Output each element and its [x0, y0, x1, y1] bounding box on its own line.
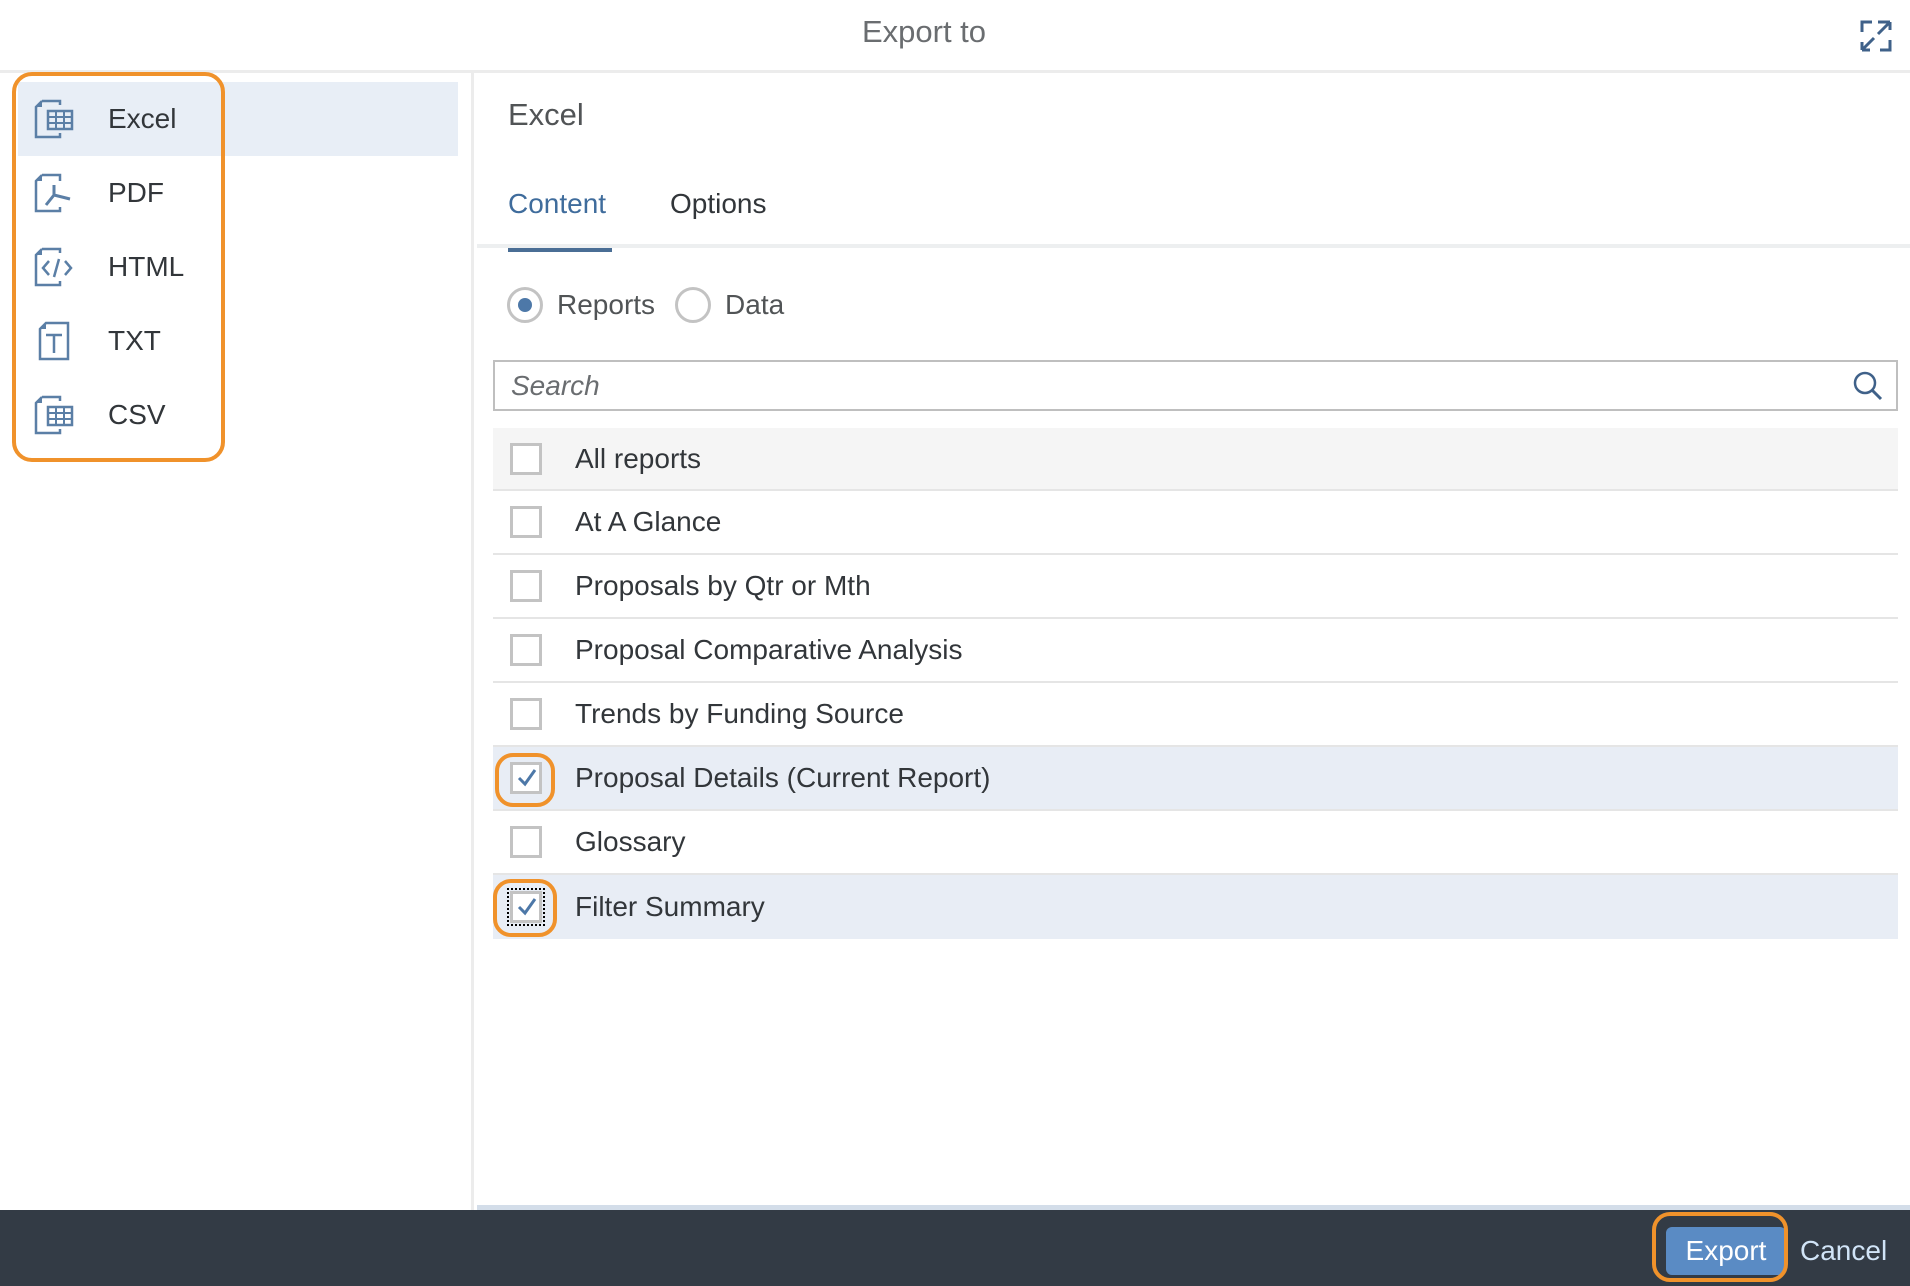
list-item[interactable]: Proposal Details (Current Report): [493, 747, 1898, 811]
export-type-radio-group: Reports Data: [507, 285, 804, 325]
checkbox[interactable]: [510, 506, 542, 538]
report-list: All reports At A Glance Proposals by Qtr…: [493, 428, 1898, 939]
dialog-footer: Export Cancel: [0, 1210, 1910, 1286]
checkbox-checked[interactable]: [510, 762, 542, 794]
list-item-label: Proposal Comparative Analysis: [575, 634, 963, 665]
checkmark-icon: [517, 898, 537, 916]
list-item[interactable]: Proposals by Qtr or Mth: [493, 555, 1898, 619]
format-label: CSV: [108, 399, 166, 430]
tab-bar: Content Options: [477, 178, 1910, 252]
search-input[interactable]: [511, 362, 1811, 409]
excel-file-icon: [34, 99, 74, 139]
csv-file-icon: [34, 395, 74, 435]
list-item[interactable]: Trends by Funding Source: [493, 683, 1898, 747]
list-item[interactable]: Glossary: [493, 811, 1898, 875]
radio-data-label[interactable]: Data: [725, 289, 784, 321]
format-item-html[interactable]: HTML: [18, 230, 458, 304]
list-item-all-reports[interactable]: All reports: [493, 428, 1898, 491]
html-file-icon: [34, 247, 73, 287]
txt-file-icon: [38, 321, 70, 361]
expand-button[interactable]: [1856, 16, 1896, 56]
checkbox[interactable]: [510, 442, 542, 475]
export-button[interactable]: Export: [1666, 1227, 1786, 1275]
export-details-pane: Excel Content Options Reports Data All r…: [477, 73, 1910, 1210]
dialog-header: Export to: [0, 0, 1910, 73]
list-item[interactable]: Filter Summary: [493, 875, 1898, 939]
checkbox[interactable]: [510, 570, 542, 602]
selected-format-title: Excel: [508, 97, 584, 132]
radio-reports-label[interactable]: Reports: [557, 289, 655, 321]
list-item[interactable]: At A Glance: [493, 491, 1898, 555]
list-item-label: Filter Summary: [575, 891, 765, 922]
checkbox-checked[interactable]: [507, 888, 545, 926]
dialog-title: Export to: [861, 14, 987, 49]
format-label: PDF: [108, 177, 164, 208]
format-list: Excel PDF HTML TXT CSV: [0, 73, 474, 1210]
list-item-label: Proposals by Qtr or Mth: [575, 570, 871, 601]
checkbox[interactable]: [510, 826, 542, 858]
radio-reports[interactable]: [507, 287, 543, 323]
list-item-label: Glossary: [575, 826, 686, 857]
search-field: [493, 360, 1898, 411]
tab-content[interactable]: Content: [508, 178, 613, 252]
list-item-label: At A Glance: [575, 506, 722, 537]
pdf-file-icon: [34, 173, 71, 213]
cancel-button[interactable]: Cancel: [1800, 1227, 1887, 1275]
list-item-label: Trends by Funding Source: [575, 698, 904, 729]
search-icon[interactable]: [1852, 370, 1884, 402]
list-item-label: Proposal Details (Current Report): [575, 762, 991, 793]
checkmark-icon: [517, 769, 537, 787]
tab-options[interactable]: Options: [670, 178, 767, 248]
expand-icon: [1860, 20, 1892, 52]
format-item-txt[interactable]: TXT: [18, 304, 458, 378]
checkbox[interactable]: [510, 698, 542, 730]
format-label: Excel: [108, 103, 177, 134]
format-item-csv[interactable]: CSV: [18, 378, 458, 452]
checkbox[interactable]: [510, 634, 542, 666]
radio-data[interactable]: [675, 287, 712, 323]
format-label: HTML: [108, 251, 185, 282]
format-item-pdf[interactable]: PDF: [18, 156, 458, 230]
list-item-label: All reports: [575, 442, 702, 474]
format-label: TXT: [108, 325, 161, 356]
format-item-excel[interactable]: Excel: [18, 82, 458, 156]
list-item[interactable]: Proposal Comparative Analysis: [493, 619, 1898, 683]
